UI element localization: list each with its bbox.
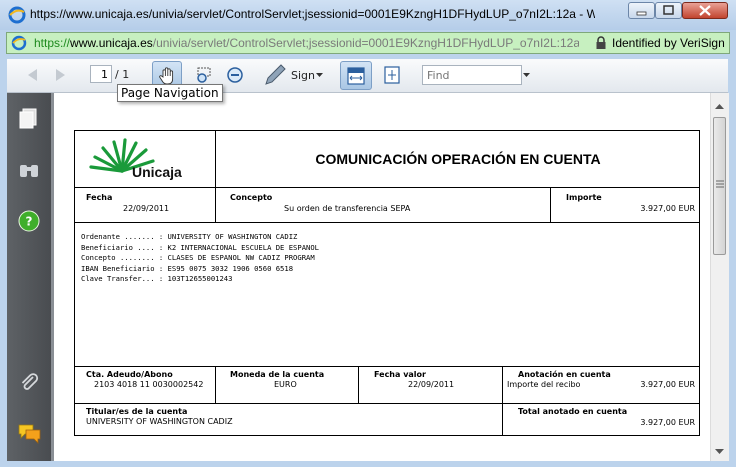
grip-icon [716, 180, 724, 188]
concepto-value: Su orden de transferencia SEPA [284, 204, 411, 213]
document-title: COMUNICACIÓN OPERACIÓN EN CUENTA [216, 131, 700, 187]
titular-label: Titular/es de la cuenta [86, 407, 188, 416]
marquee-zoom-button[interactable] [193, 64, 215, 86]
url-text[interactable]: https://www.unicaja.es/univia/servlet/Co… [34, 36, 579, 50]
scroll-down-icon[interactable] [715, 449, 724, 455]
cuenta-cell: Cta. Adeudo/Abono 2103 4018 11 003000254… [75, 367, 215, 403]
forward-icon [56, 69, 65, 81]
comments-button[interactable] [17, 421, 43, 445]
titular-value: UNIVERSITY OF WASHINGTON CADIZ [86, 417, 233, 426]
url-path: /univia/servlet/ControlServlet;jsessioni… [152, 36, 579, 50]
importe-recibo-label: Importe del recibo [507, 380, 581, 389]
fecha-value: 22/09/2011 [123, 204, 170, 213]
attachments-button[interactable] [17, 371, 41, 395]
close-button[interactable] [682, 2, 728, 19]
attachment-icon [21, 373, 39, 390]
detail-line-clave: Clave Transfer... : 103T12655001243 [81, 274, 233, 283]
address-bar[interactable]: https://www.unicaja.es/univia/servlet/Co… [6, 32, 730, 54]
fit-page-button[interactable] [381, 64, 403, 86]
cuenta-label: Cta. Adeudo/Abono [86, 370, 173, 379]
vertical-scrollbar[interactable] [710, 93, 729, 461]
security-identity[interactable]: Identified by VeriSign [612, 36, 725, 50]
help-button[interactable]: ? [17, 209, 41, 233]
total-value: 3.927,00 EUR [640, 418, 695, 427]
fit-width-button[interactable] [340, 61, 372, 90]
anotacion-cell: Anotación en cuenta Importe del recibo 3… [503, 367, 700, 403]
total-label: Total anotado en cuenta [518, 407, 628, 416]
close-icon [699, 5, 711, 16]
ie-page-icon [11, 35, 27, 51]
previous-page-button[interactable] [21, 65, 43, 85]
detail-line-ordenante: Ordenante ....... : UNIVERSITY OF WASHIN… [81, 232, 298, 241]
importe-label: Importe [566, 193, 602, 202]
zoom-out-button[interactable] [225, 65, 245, 85]
lock-icon[interactable] [595, 36, 607, 50]
moneda-value: EURO [274, 380, 297, 389]
detail-line-beneficiario: Beneficiario .... : K2 INTERNACIONAL ESC… [81, 242, 319, 252]
maximize-icon [663, 5, 674, 15]
anotacion-label: Anotación en cuenta [518, 370, 611, 379]
titular-cell: Titular/es de la cuenta UNIVERSITY OF WA… [75, 404, 502, 436]
zoom-out-icon [227, 67, 243, 83]
importe-cell: Importe 3.927,00 EUR [551, 187, 700, 222]
pen-icon [265, 64, 286, 85]
fecha-valor-value: 22/09/2011 [408, 380, 455, 389]
page-total: / 1 [115, 68, 130, 81]
sign-menu-label[interactable]: Sign [291, 69, 315, 82]
page-number-input[interactable] [90, 65, 112, 83]
moneda-label: Moneda de la cuenta [230, 370, 325, 379]
concepto-cell: Concepto Su orden de transferencia SEPA [216, 187, 550, 222]
ie-icon [8, 6, 26, 24]
maximize-button[interactable] [655, 2, 682, 19]
concepto-label: Concepto [230, 193, 273, 202]
fecha-valor-cell: Fecha valor 22/09/2011 [359, 367, 502, 403]
find-dropdown-arrow-icon[interactable] [523, 73, 531, 79]
window-title: https://www.unicaja.es/univia/servlet/Co… [30, 7, 595, 21]
details-block: Ordenante ....... : UNIVERSITY OF WASHIN… [75, 223, 700, 366]
fecha-cell: Fecha 22/09/2011 [75, 187, 215, 222]
comments-icon [18, 424, 41, 444]
cuenta-value: 2103 4018 11 0030002542 [94, 380, 204, 389]
fecha-valor-label: Fecha valor [374, 370, 426, 379]
brand-name: Unicaja [132, 164, 182, 180]
minimize-button[interactable] [628, 2, 655, 19]
moneda-cell: Moneda de la cuenta EURO [216, 367, 358, 403]
sign-tool-button[interactable] [262, 63, 288, 87]
pdf-toolbar: / 1 Sign [7, 59, 728, 93]
pages-panel-button[interactable] [17, 107, 41, 131]
detail-line-iban: IBAN Beneficiario : ES95 0075 3032 1906 … [81, 263, 294, 273]
document-title-text: COMUNICACIÓN OPERACIÓN EN CUENTA [315, 151, 601, 167]
next-page-button[interactable] [50, 65, 72, 85]
logo-cell: Unicaja [75, 131, 215, 187]
importe-recibo-value: 3.927,00 EUR [640, 380, 695, 389]
pages-icon [19, 108, 37, 129]
help-icon: ? [18, 210, 40, 232]
minimize-icon [636, 11, 647, 16]
total-cell: Total anotado en cuenta 3.927,00 EUR [503, 404, 700, 436]
url-scheme: https:// [34, 36, 71, 50]
fit-page-icon [384, 66, 400, 84]
binoculars-icon [20, 165, 38, 177]
fecha-label: Fecha [86, 193, 113, 202]
detail-line-concepto: Concepto ........ : CLASES DE ESPANOL NW… [81, 253, 315, 262]
back-icon [28, 69, 37, 81]
find-input[interactable] [422, 65, 522, 85]
svg-text:?: ? [26, 215, 33, 229]
search-panel-button[interactable] [17, 159, 41, 183]
marquee-zoom-icon [197, 67, 211, 83]
importe-value: 3.927,00 EUR [640, 204, 695, 213]
fit-width-icon [347, 66, 365, 85]
scroll-up-icon[interactable] [715, 104, 724, 110]
pdf-sidebar: ? [7, 93, 51, 461]
url-host: www.unicaja.es [70, 36, 153, 50]
scrollbar-thumb[interactable] [713, 117, 726, 255]
sign-dropdown-arrow-icon[interactable] [316, 73, 324, 79]
window-titlebar: https://www.unicaja.es/univia/servlet/Co… [0, 0, 736, 30]
statement-form: Unicaja COMUNICACIÓN OPERACIÓN EN CUENTA… [74, 130, 700, 436]
page-navigation-tooltip: Page Navigation [117, 84, 223, 102]
